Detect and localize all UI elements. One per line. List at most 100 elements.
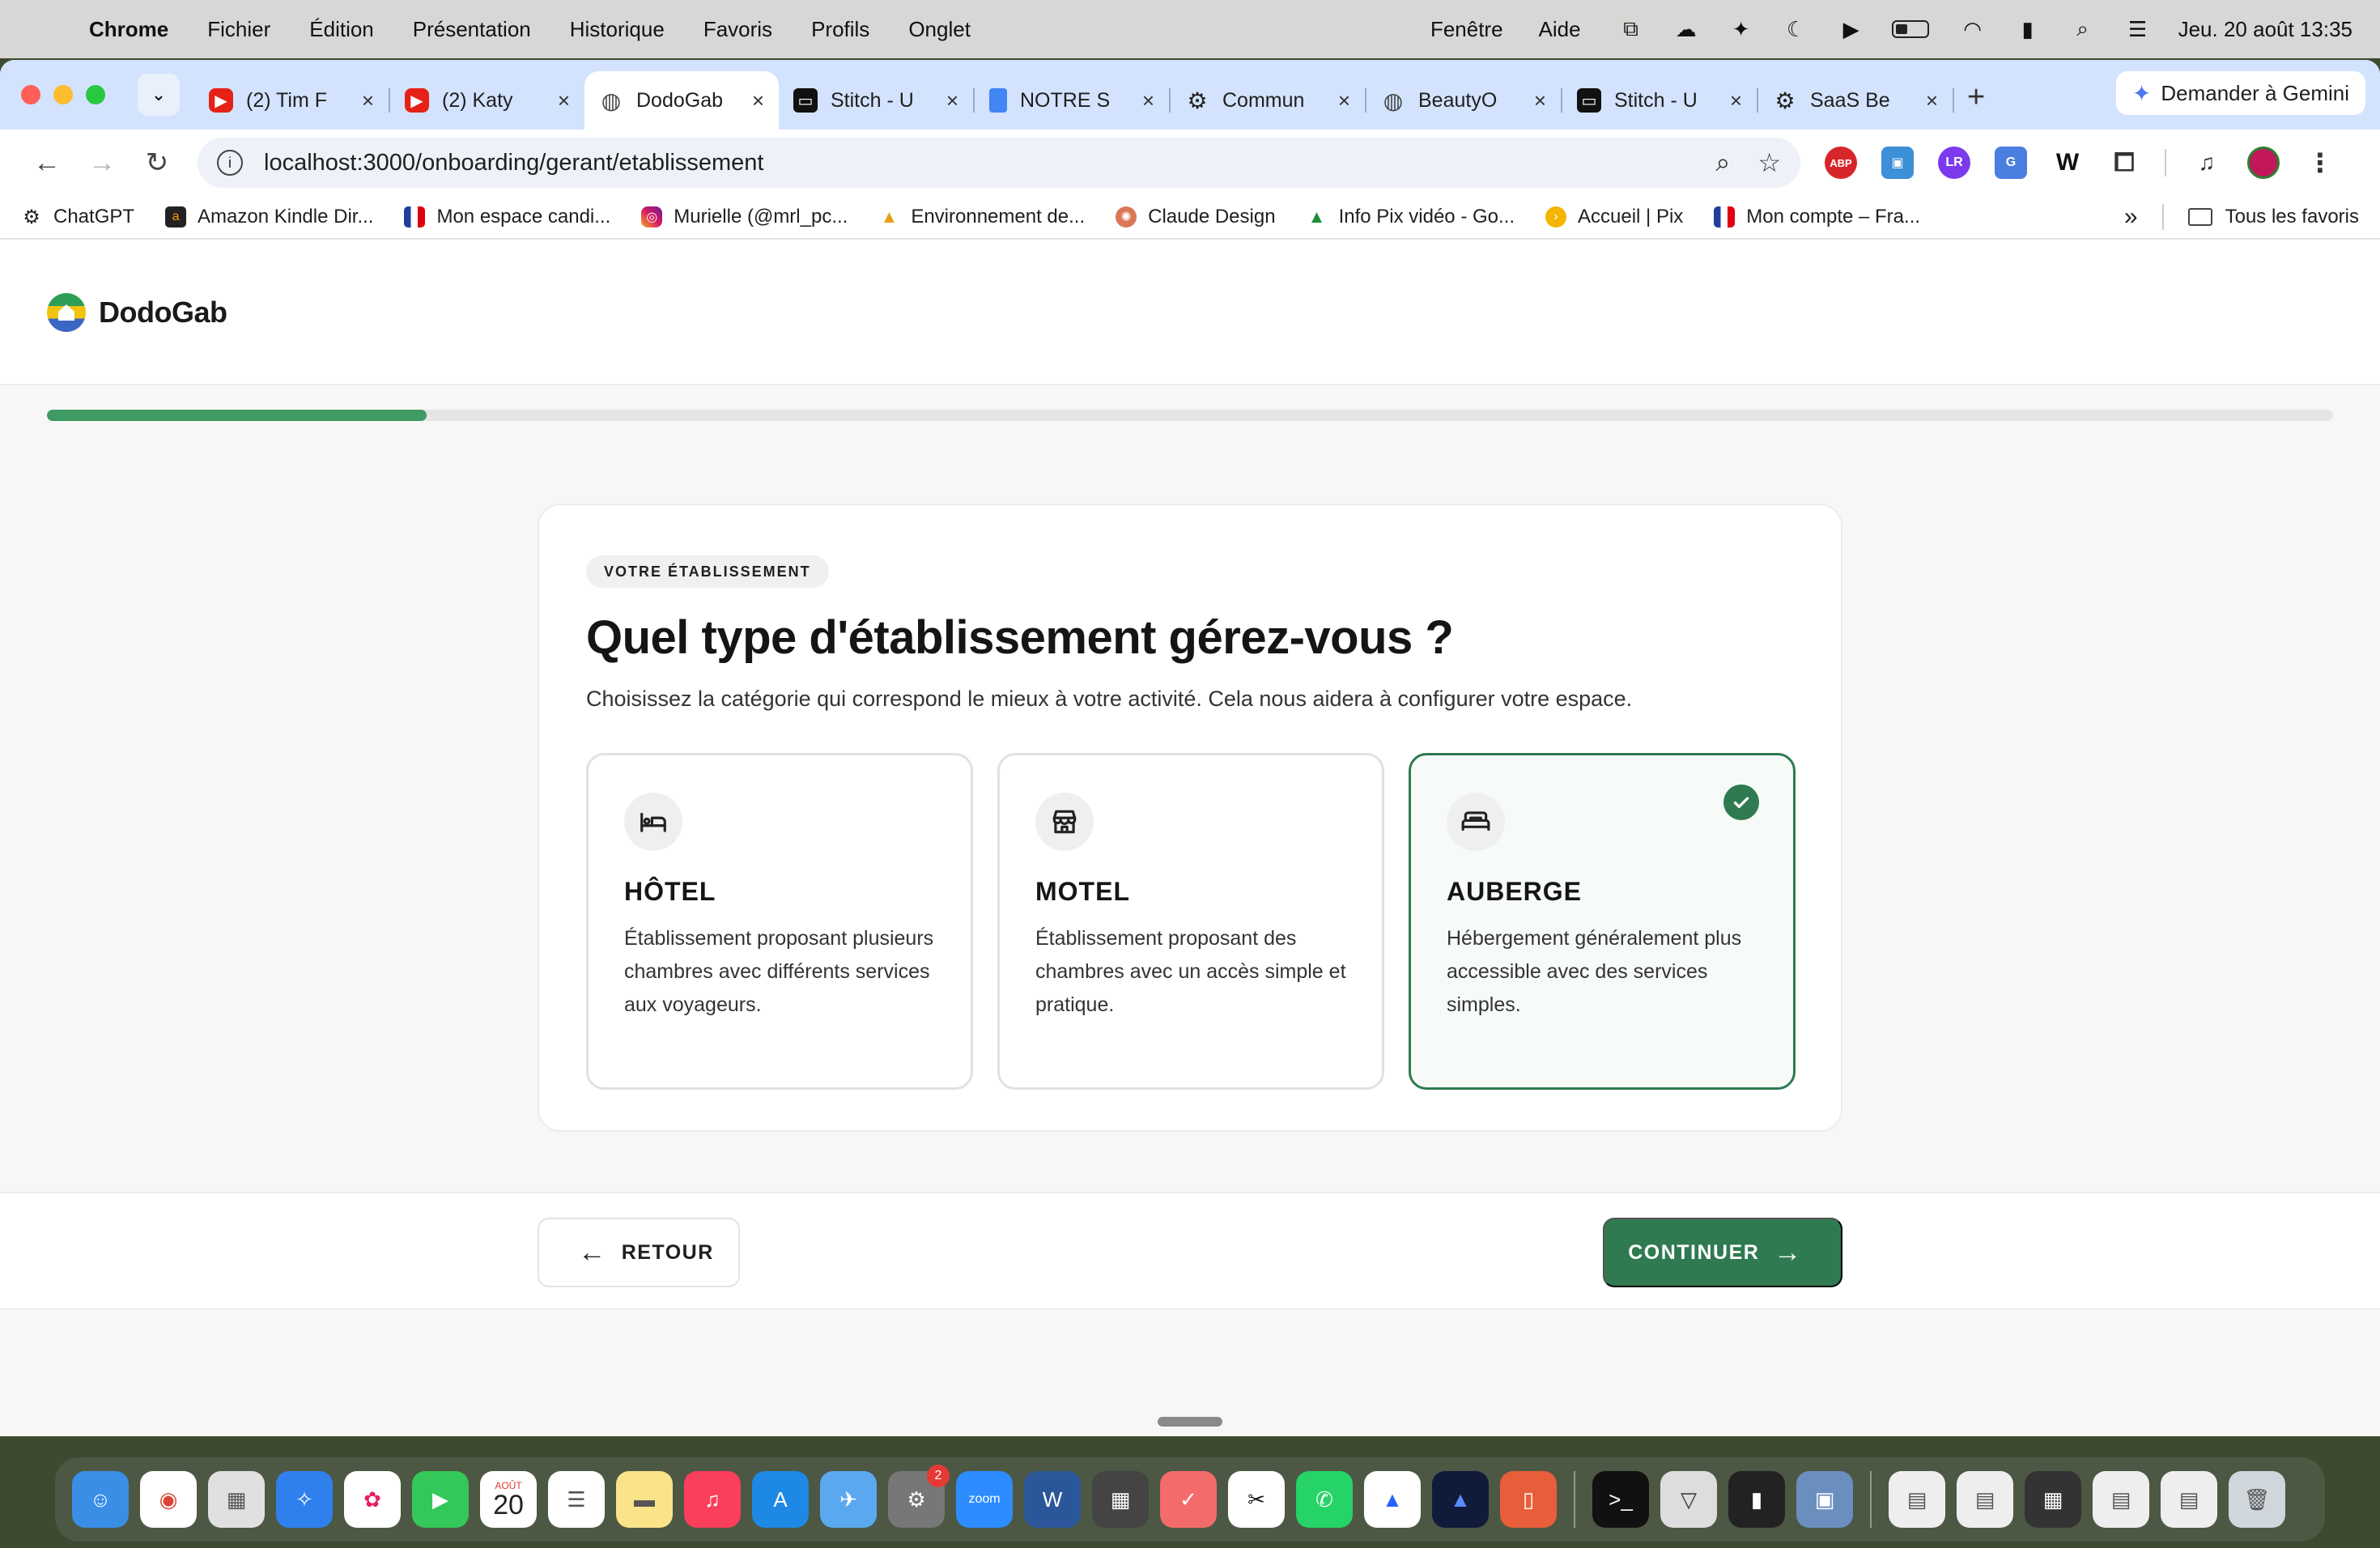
menu-app-name[interactable]: Chrome xyxy=(89,17,168,42)
todo-app-icon[interactable]: ✓ xyxy=(1160,1471,1217,1528)
notes-icon[interactable]: ▬ xyxy=(616,1471,673,1528)
whatsapp-icon[interactable]: ✆ xyxy=(1296,1471,1353,1528)
testflight-icon[interactable]: ✈ xyxy=(820,1471,877,1528)
ask-gemini-button[interactable]: ✦ Demander à Gemini xyxy=(2115,71,2365,115)
chrome-menu-icon[interactable]: ⋮ xyxy=(2304,147,2336,179)
bookmark-item[interactable]: ✺ Claude Design xyxy=(1116,206,1276,228)
scroll-handle[interactable] xyxy=(1158,1417,1222,1427)
browser-tab-active[interactable]: ◍ DodoGab × xyxy=(584,71,779,130)
close-tab-icon[interactable]: × xyxy=(1338,88,1350,113)
option-auberge[interactable]: AUBERGE Hébergement généralement plus ac… xyxy=(1409,753,1796,1090)
photos-icon[interactable]: ✿ xyxy=(344,1471,401,1528)
close-tab-icon[interactable]: × xyxy=(946,88,958,113)
menu-fenetre[interactable]: Fenêtre xyxy=(1430,17,1503,42)
menu-profils[interactable]: Profils xyxy=(811,17,869,42)
terminal-icon[interactable]: >_ xyxy=(1592,1471,1649,1528)
menu-historique[interactable]: Historique xyxy=(570,17,665,42)
menu-favoris[interactable]: Favoris xyxy=(703,17,772,42)
close-tab-icon[interactable]: × xyxy=(1534,88,1546,113)
recent-window-icon[interactable]: ▤ xyxy=(2093,1471,2149,1528)
browser-tab[interactable]: ◍ BeautyO × xyxy=(1366,75,1561,125)
bookmark-star-icon[interactable]: ☆ xyxy=(1757,147,1781,178)
screenshot-app-icon[interactable]: ▣ xyxy=(1796,1471,1853,1528)
iphone-mirroring-icon[interactable]: ▯ xyxy=(1500,1471,1557,1528)
bookmark-item[interactable]: ◎ Murielle (@mrl_pc... xyxy=(641,206,848,228)
audio-levels-icon[interactable]: ▮ xyxy=(2013,16,2042,42)
menu-edition[interactable]: Édition xyxy=(309,17,374,42)
browser-tab[interactable]: ▭ Stitch - U × xyxy=(1562,75,1757,125)
bookmark-item[interactable]: › Accueil | Pix xyxy=(1545,206,1683,228)
tab-search-button[interactable]: ⌄ xyxy=(138,74,180,116)
zoom-window-button[interactable] xyxy=(86,85,105,104)
google-translate-icon[interactable]: G xyxy=(1995,147,2027,179)
bookmark-item[interactable]: Mon compte – Fra... xyxy=(1714,206,1920,228)
bookmark-item[interactable]: ⚙ ChatGPT xyxy=(21,206,134,228)
finder-icon[interactable]: ☺ xyxy=(72,1471,129,1528)
close-tab-icon[interactable]: × xyxy=(362,88,374,113)
browser-tab[interactable]: ⚙ Commun × xyxy=(1171,75,1365,125)
site-info-icon[interactable]: i xyxy=(217,150,243,176)
all-bookmarks-button[interactable]: Tous les favoris xyxy=(2187,206,2359,228)
option-hotel[interactable]: HÔTEL Établissement proposant plusieurs … xyxy=(586,753,973,1090)
continue-button[interactable]: CONTINUER → xyxy=(1603,1218,1842,1287)
word-icon[interactable]: W xyxy=(1024,1471,1081,1528)
url-text[interactable]: localhost:3000/onboarding/gerant/etablis… xyxy=(264,150,1688,176)
cloud-icon[interactable]: ☁ xyxy=(1672,16,1701,42)
capcut-icon[interactable]: ✂ xyxy=(1228,1471,1285,1528)
chrome-icon[interactable]: ◉ xyxy=(140,1471,197,1528)
back-nav-icon[interactable]: ← xyxy=(19,147,74,179)
preview-app-icon[interactable]: ▽ xyxy=(1660,1471,1717,1528)
a-app-icon[interactable]: ▲ xyxy=(1364,1471,1421,1528)
media-controls-icon[interactable]: ♫ xyxy=(2191,147,2223,179)
new-tab-button[interactable]: + xyxy=(1967,80,1985,115)
browser-tab[interactable]: ⚙ SaaS Be × xyxy=(1758,75,1953,125)
music-icon[interactable]: ♫ xyxy=(684,1471,741,1528)
close-window-button[interactable] xyxy=(21,85,40,104)
moon-icon[interactable]: ☾ xyxy=(1782,16,1811,42)
app-store-icon[interactable]: A xyxy=(752,1471,809,1528)
browser-tab[interactable]: ▶ (2) Tim F × xyxy=(194,75,389,125)
trash-icon[interactable]: 🗑 xyxy=(2229,1471,2285,1528)
safari-icon[interactable]: ✧ xyxy=(276,1471,333,1528)
zoom-magnifier-icon[interactable]: ⌕ xyxy=(1715,147,1730,178)
recent-window-icon[interactable]: ▤ xyxy=(1957,1471,2013,1528)
more-bookmarks-icon[interactable]: » xyxy=(2124,203,2138,231)
browser-tab[interactable]: NOTRE S × xyxy=(975,75,1169,125)
back-button[interactable]: ← RETOUR xyxy=(538,1218,740,1287)
screen-share-icon[interactable]: ⧉ xyxy=(1617,16,1646,42)
browser-tab[interactable]: ▭ Stitch - U × xyxy=(779,75,973,125)
menu-presentation[interactable]: Présentation xyxy=(413,17,531,42)
wordtune-icon[interactable]: W xyxy=(2051,147,2084,179)
vpn-icon[interactable]: ✦ xyxy=(1727,16,1756,42)
activity-monitor-icon[interactable]: ▮ xyxy=(1728,1471,1785,1528)
calendar-icon[interactable]: AOÛT 20 xyxy=(480,1471,537,1528)
control-center-icon[interactable]: ☰ xyxy=(2123,16,2153,42)
affinity-icon[interactable]: ▲ xyxy=(1432,1471,1489,1528)
bookmark-item[interactable]: ▲ Info Pix vidéo - Go... xyxy=(1307,206,1515,228)
menu-clock[interactable]: Jeu. 20 août 13:35 xyxy=(2178,17,2352,42)
recent-window-icon[interactable]: ▦ xyxy=(2025,1471,2081,1528)
minimize-window-button[interactable] xyxy=(53,85,73,104)
play-icon[interactable]: ▶ xyxy=(1837,16,1866,42)
close-tab-icon[interactable]: × xyxy=(752,88,764,113)
forward-nav-icon[interactable]: → xyxy=(74,147,130,179)
browser-tab[interactable]: ▶ (2) Katy × xyxy=(390,75,584,125)
extensions-puzzle-icon[interactable]: ⧠ xyxy=(2108,147,2140,179)
zoom-app-icon[interactable]: zoom xyxy=(956,1471,1013,1528)
close-tab-icon[interactable]: × xyxy=(1926,88,1938,113)
reminders-icon[interactable]: ☰ xyxy=(548,1471,605,1528)
calculator-icon[interactable]: ▦ xyxy=(1092,1471,1149,1528)
menu-aide[interactable]: Aide xyxy=(1539,17,1581,42)
close-tab-icon[interactable]: × xyxy=(558,88,570,113)
menu-fichier[interactable]: Fichier xyxy=(207,17,270,42)
close-tab-icon[interactable]: × xyxy=(1142,88,1154,113)
menu-onglet[interactable]: Onglet xyxy=(908,17,971,42)
spotlight-search-icon[interactable]: ⌕ xyxy=(2068,16,2097,42)
bookmark-item[interactable]: Mon espace candi... xyxy=(404,206,610,228)
bookmark-item[interactable]: ▲ Environnement de... xyxy=(878,206,1085,228)
profile-avatar[interactable] xyxy=(2247,147,2280,179)
bookmark-item[interactable]: a Amazon Kindle Dir... xyxy=(165,206,373,228)
facetime-icon[interactable]: ▶ xyxy=(412,1471,469,1528)
reload-icon[interactable]: ↻ xyxy=(130,147,185,179)
system-settings-icon[interactable]: ⚙ 2 xyxy=(888,1465,950,1528)
